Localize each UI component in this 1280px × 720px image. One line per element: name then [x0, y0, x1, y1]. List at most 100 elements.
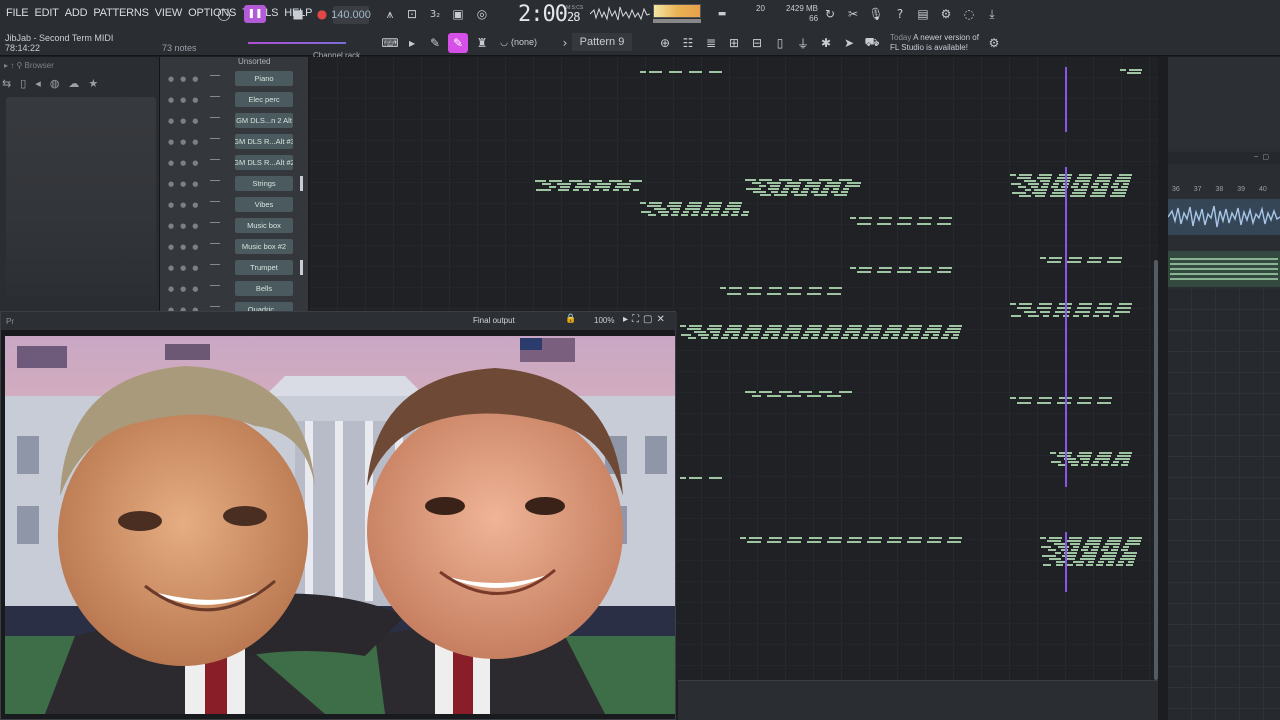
- position-slider[interactable]: [248, 42, 346, 44]
- snap-selector[interactable]: (none): [511, 37, 537, 47]
- midi-note[interactable]: [743, 334, 749, 336]
- midi-note[interactable]: [903, 334, 909, 336]
- midi-note[interactable]: [1083, 315, 1089, 317]
- channel-name-button[interactable]: Vibes: [235, 197, 293, 212]
- fullscreen-icon[interactable]: ⛶: [632, 314, 639, 325]
- midi-note[interactable]: [569, 180, 582, 182]
- midi-note[interactable]: [1099, 303, 1112, 305]
- midi-note[interactable]: [785, 185, 800, 187]
- midi-note[interactable]: [807, 541, 821, 543]
- midi-note[interactable]: [698, 334, 709, 336]
- midi-note[interactable]: [1126, 564, 1133, 566]
- midi-note[interactable]: [743, 211, 749, 213]
- midi-note[interactable]: [779, 391, 792, 393]
- midi-note[interactable]: [1040, 180, 1050, 182]
- midi-note[interactable]: [799, 391, 812, 393]
- midi-note[interactable]: [877, 223, 891, 225]
- midi-note[interactable]: [1073, 546, 1079, 548]
- midi-note[interactable]: [725, 331, 740, 333]
- midi-note[interactable]: [919, 217, 932, 219]
- play-pattern-icon[interactable]: ▸: [402, 33, 422, 53]
- midi-note[interactable]: [867, 541, 881, 543]
- midi-note[interactable]: [649, 202, 662, 204]
- midi-note[interactable]: [861, 337, 868, 339]
- midi-note[interactable]: [827, 328, 841, 330]
- midi-note[interactable]: [1050, 452, 1056, 454]
- midi-note[interactable]: [741, 337, 748, 339]
- midi-note[interactable]: [763, 334, 769, 336]
- midi-note[interactable]: [649, 71, 662, 73]
- midi-note[interactable]: [1103, 546, 1109, 548]
- midi-note[interactable]: [897, 223, 911, 225]
- midi-note[interactable]: [701, 214, 708, 216]
- midi-note[interactable]: [1075, 180, 1090, 182]
- midi-note[interactable]: [843, 334, 849, 336]
- midi-note[interactable]: [733, 334, 739, 336]
- midi-note[interactable]: [951, 337, 958, 339]
- record-button[interactable]: ●: [312, 4, 332, 24]
- midi-note[interactable]: [1043, 315, 1049, 317]
- midi-note[interactable]: [821, 191, 828, 193]
- midi-note[interactable]: [829, 325, 842, 327]
- midi-note[interactable]: [1129, 537, 1142, 539]
- channel-name-button[interactable]: Music box #2: [235, 239, 293, 254]
- midi-note[interactable]: [711, 337, 718, 339]
- midi-note[interactable]: [752, 395, 761, 397]
- midi-note[interactable]: [1098, 561, 1104, 563]
- midi-note[interactable]: [1095, 311, 1110, 313]
- midi-note[interactable]: [825, 185, 840, 187]
- midi-note[interactable]: [911, 337, 918, 339]
- midi-note[interactable]: [1051, 461, 1061, 463]
- midi-note[interactable]: [687, 205, 701, 207]
- midi-note[interactable]: [1087, 540, 1101, 542]
- midi-note[interactable]: [1041, 186, 1048, 188]
- midi-note[interactable]: [558, 189, 569, 191]
- midi-note[interactable]: [1119, 452, 1132, 454]
- midi-note[interactable]: [589, 180, 602, 182]
- midi-note[interactable]: [609, 180, 622, 182]
- midi-note[interactable]: [1081, 549, 1088, 551]
- midi-note[interactable]: [869, 325, 882, 327]
- midi-note[interactable]: [583, 189, 589, 191]
- midi-note[interactable]: [1069, 537, 1082, 539]
- midi-note[interactable]: [787, 182, 801, 184]
- midi-note[interactable]: [1011, 315, 1021, 317]
- midi-note[interactable]: [648, 214, 656, 216]
- midi-note[interactable]: [787, 541, 801, 543]
- blend-icon[interactable]: ◎: [472, 4, 492, 24]
- channel-row[interactable]: ●●● GM DLS R...Alt #2: [160, 152, 308, 173]
- midi-note[interactable]: [849, 537, 862, 539]
- midi-note[interactable]: [1112, 192, 1126, 194]
- midi-note[interactable]: [1070, 543, 1080, 545]
- midi-note[interactable]: [1047, 261, 1061, 263]
- midi-note[interactable]: [833, 188, 839, 190]
- midi-note[interactable]: [1086, 564, 1093, 566]
- channel-rack-icon[interactable]: ⊟: [747, 33, 767, 53]
- midi-note[interactable]: [751, 337, 758, 339]
- midi-note[interactable]: [1018, 186, 1026, 188]
- midi-note[interactable]: [1043, 564, 1051, 566]
- midi-note[interactable]: [1024, 180, 1036, 182]
- midi-note[interactable]: [680, 477, 686, 479]
- midi-note[interactable]: [1093, 315, 1099, 317]
- midi-note[interactable]: [799, 179, 812, 181]
- midi-note[interactable]: [710, 331, 720, 333]
- midi-note[interactable]: [1109, 257, 1122, 259]
- midi-note[interactable]: [709, 71, 722, 73]
- midi-note[interactable]: [843, 188, 849, 190]
- midi-note[interactable]: [1095, 180, 1110, 182]
- midi-note[interactable]: [1103, 183, 1109, 185]
- midi-note[interactable]: [1094, 189, 1107, 191]
- midi-note[interactable]: [789, 287, 802, 289]
- midi-note[interactable]: [807, 395, 821, 397]
- midi-note[interactable]: [953, 334, 959, 336]
- midi-note[interactable]: [803, 188, 809, 190]
- midi-note[interactable]: [907, 328, 921, 330]
- midi-note[interactable]: [1120, 69, 1126, 71]
- midi-note[interactable]: [1052, 192, 1066, 194]
- midi-note[interactable]: [805, 331, 820, 333]
- midi-note[interactable]: [1123, 461, 1129, 463]
- channel-name-button[interactable]: Music box: [235, 218, 293, 233]
- channel-row[interactable]: ●●● Trumpet: [160, 257, 308, 278]
- midi-note[interactable]: [865, 331, 880, 333]
